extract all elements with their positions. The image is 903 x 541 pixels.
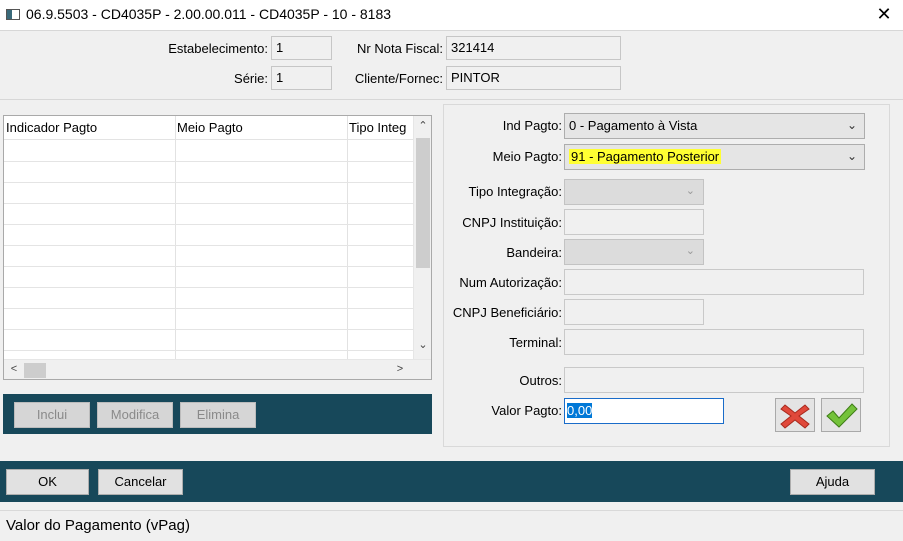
chevron-down-icon: ⌄ — [685, 185, 695, 197]
column-divider — [347, 116, 348, 359]
chevron-down-icon: ⌄ — [685, 245, 695, 257]
grid-row-line — [4, 203, 414, 204]
close-icon[interactable]: ✕ — [873, 3, 895, 25]
scroll-left-icon[interactable]: < — [8, 363, 20, 375]
elimina-button[interactable]: Elimina — [180, 402, 256, 428]
column-divider — [175, 116, 176, 359]
ind-pagto-select[interactable]: 0 - Pagamento à Vista ⌄ — [564, 113, 865, 139]
payments-grid[interactable]: Indicador Pagto Meio Pagto Tipo Integ ⌃ … — [3, 115, 432, 380]
grid-row-line — [4, 245, 414, 246]
confirm-check-button[interactable] — [821, 398, 861, 432]
cnpj-beneficiario-field[interactable] — [564, 299, 704, 325]
valor-pagto-label: Valor Pagto: — [491, 403, 562, 418]
serie-label: Série: — [234, 71, 268, 86]
cnpj-instituicao-field[interactable] — [564, 209, 704, 235]
ind-pagto-label: Ind Pagto: — [502, 118, 562, 133]
tipo-integracao-select[interactable]: ⌄ — [564, 179, 704, 205]
meio-pagto-select[interactable]: 91 - Pagamento Posterior ⌄ — [564, 144, 865, 170]
estabelecimento-field[interactable]: 1 — [271, 36, 332, 60]
payment-form-panel: Ind Pagto: 0 - Pagamento à Vista ⌄ Meio … — [443, 104, 890, 447]
modifica-button[interactable]: Modifica — [97, 402, 173, 428]
ok-button[interactable]: OK — [6, 469, 89, 495]
cnpj-beneficiario-label: CNPJ Beneficiário: — [452, 305, 562, 320]
ajuda-button[interactable]: Ajuda — [790, 469, 875, 495]
horizontal-scroll-thumb[interactable] — [24, 363, 46, 378]
grid-header: Indicador Pagto Meio Pagto Tipo Integ — [4, 116, 414, 140]
outros-field[interactable] — [564, 367, 864, 393]
meio-pagto-label: Meio Pagto: — [492, 149, 562, 164]
horizontal-scrollbar[interactable]: < > — [4, 359, 431, 379]
status-bar: Valor do Pagamento (vPag) — [0, 510, 903, 541]
valor-pagto-value: 0,00 — [567, 403, 593, 418]
cnpj-instituicao-label: CNPJ Instituição: — [462, 215, 562, 230]
chevron-down-icon: ⌄ — [846, 118, 857, 132]
vertical-scroll-thumb[interactable] — [416, 138, 430, 268]
cancelar-button[interactable]: Cancelar — [98, 469, 183, 495]
cliente-fornec-label: Cliente/Fornec: — [354, 71, 443, 86]
column-header-meio-pagto[interactable]: Meio Pagto — [177, 120, 342, 135]
grid-row-line — [4, 161, 414, 162]
estabelecimento-label: Estabelecimento: — [168, 41, 268, 56]
window-title: 06.9.5503 - CD4035P - 2.00.00.011 - CD40… — [26, 6, 392, 22]
num-autorizacao-label: Num Autorização: — [459, 275, 562, 290]
grid-row-line — [4, 308, 414, 309]
grid-row-line — [4, 329, 414, 330]
status-text: Valor do Pagamento (vPag) — [6, 517, 190, 534]
vertical-scrollbar[interactable]: ⌃ ⌄ — [413, 116, 431, 359]
grid-row-line — [4, 350, 414, 351]
cliente-fornec-field[interactable]: PINTOR — [446, 66, 621, 90]
serie-field[interactable]: 1 — [271, 66, 332, 90]
meio-pagto-value: 91 - Pagamento Posterior — [569, 149, 722, 164]
valor-pagto-field[interactable]: 0,00 — [564, 398, 724, 424]
green-check-icon — [826, 403, 858, 428]
outros-label: Outros: — [519, 373, 562, 388]
ind-pagto-value: 0 - Pagamento à Vista — [569, 118, 698, 133]
scroll-up-icon[interactable]: ⌃ — [414, 119, 432, 132]
terminal-field[interactable] — [564, 329, 864, 355]
bandeira-label: Bandeira: — [506, 245, 562, 260]
grid-toolbar: Inclui Modifica Elimina — [3, 394, 432, 434]
scroll-right-icon[interactable]: > — [394, 363, 406, 375]
bandeira-select[interactable]: ⌄ — [564, 239, 704, 265]
cancel-x-button[interactable] — [775, 398, 815, 432]
grid-row-line — [4, 266, 414, 267]
nota-fiscal-label: Nr Nota Fiscal: — [357, 41, 443, 56]
grid-row-line — [4, 224, 414, 225]
chevron-down-icon: ⌄ — [846, 149, 857, 163]
tipo-integracao-label: Tipo Integração: — [468, 184, 562, 199]
header-panel: Estabelecimento: 1 Série: 1 Nr Nota Fisc… — [0, 30, 903, 100]
scroll-down-icon[interactable]: ⌄ — [414, 338, 432, 351]
terminal-label: Terminal: — [509, 335, 562, 350]
num-autorizacao-field[interactable] — [564, 269, 864, 295]
grid-row-line — [4, 182, 414, 183]
inclui-button[interactable]: Inclui — [14, 402, 90, 428]
grid-row-line — [4, 287, 414, 288]
column-header-indicador-pagto[interactable]: Indicador Pagto — [6, 120, 171, 135]
column-header-tipo-integ[interactable]: Tipo Integ — [349, 120, 411, 135]
app-window-icon — [6, 9, 20, 20]
title-bar: 06.9.5503 - CD4035P - 2.00.00.011 - CD40… — [0, 0, 903, 30]
red-x-icon — [780, 404, 810, 429]
footer-bar: OK Cancelar Ajuda — [0, 461, 903, 502]
nota-fiscal-field[interactable]: 321414 — [446, 36, 621, 60]
